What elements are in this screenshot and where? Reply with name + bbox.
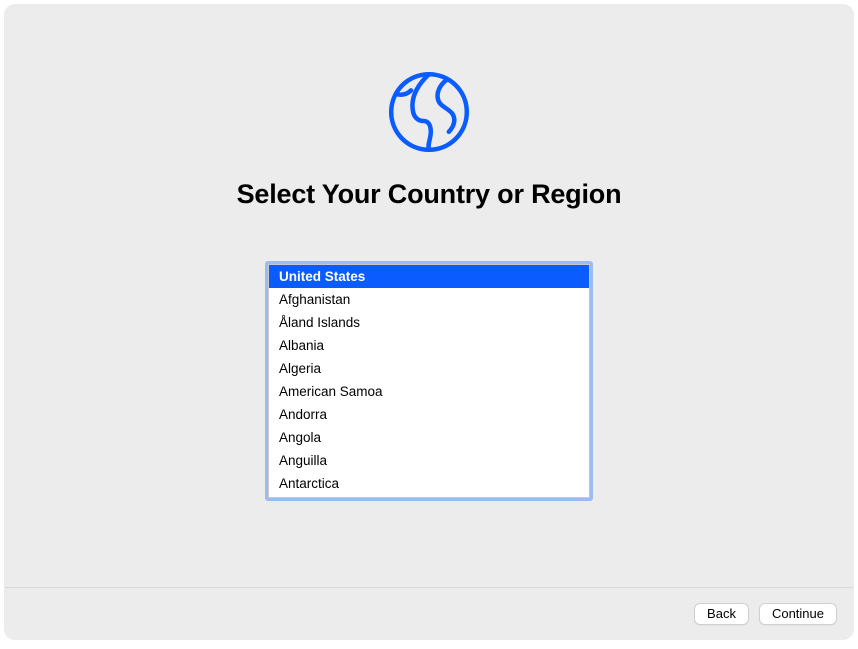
country-option[interactable]: Anguilla xyxy=(269,449,589,472)
country-option[interactable]: Albania xyxy=(269,334,589,357)
back-button[interactable]: Back xyxy=(694,603,749,625)
footer-bar: Back Continue xyxy=(5,587,853,639)
country-listbox[interactable]: United StatesAfghanistanÅland IslandsAlb… xyxy=(268,264,590,498)
country-option[interactable]: United States xyxy=(269,265,589,288)
country-option[interactable]: Algeria xyxy=(269,357,589,380)
setup-window: Select Your Country or Region United Sta… xyxy=(5,5,853,639)
country-option[interactable]: Afghanistan xyxy=(269,288,589,311)
country-option[interactable]: Andorra xyxy=(269,403,589,426)
continue-button[interactable]: Continue xyxy=(759,603,837,625)
globe-icon xyxy=(384,67,474,157)
country-option[interactable]: Åland Islands xyxy=(269,311,589,334)
country-option[interactable]: American Samoa xyxy=(269,380,589,403)
page-title: Select Your Country or Region xyxy=(237,179,622,210)
country-option[interactable]: Angola xyxy=(269,426,589,449)
country-option[interactable]: Antigua & Barbuda xyxy=(269,495,589,498)
country-option[interactable]: Antarctica xyxy=(269,472,589,495)
